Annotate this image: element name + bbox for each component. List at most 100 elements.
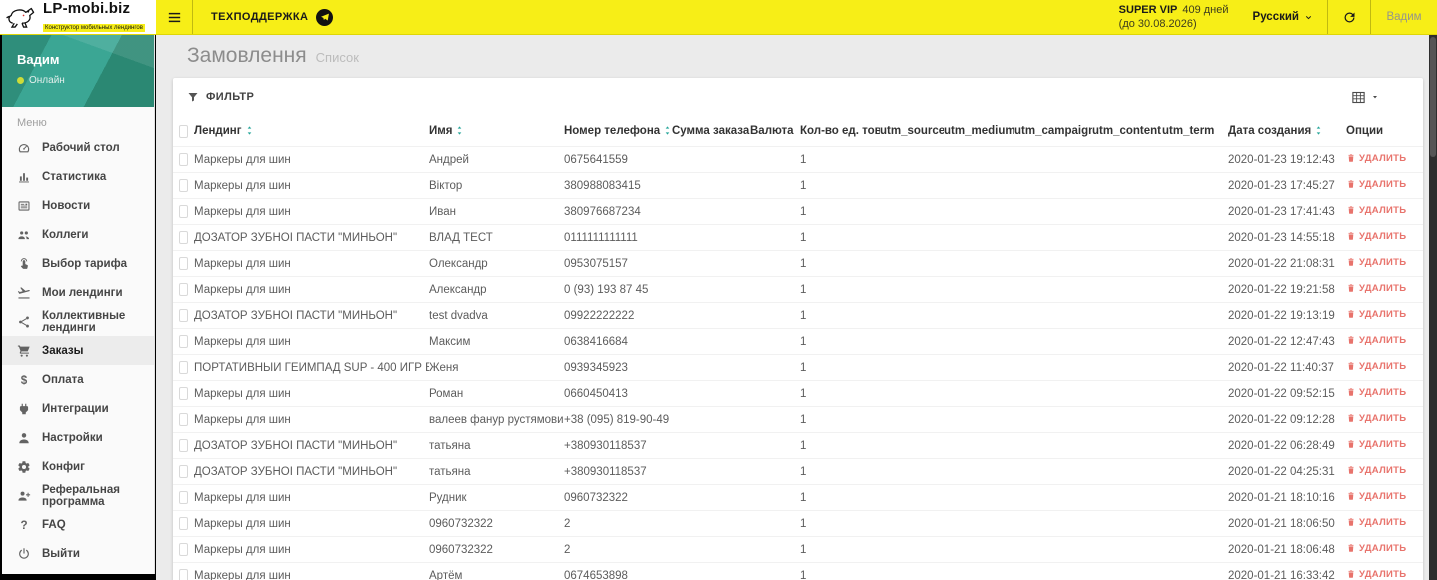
- sidebar-item-logout[interactable]: Выйти: [2, 539, 154, 568]
- table-row: Маркеры для шин Андрей 0675641559 1 2020…: [173, 146, 1423, 172]
- column-header-landing[interactable]: Лендинг: [194, 125, 429, 137]
- sidebar-item-settings[interactable]: Настройки: [2, 423, 154, 452]
- table-row: Маркеры для шин 0960732322 2 1 2020-01-2…: [173, 510, 1423, 536]
- cell-name: ВЛАД ТЕСТ: [429, 231, 493, 244]
- cell-landing: ДОЗАТОР ЗУБНОЇ ПАСТИ "МИНЬОН": [194, 439, 398, 452]
- cell-date: 2020-01-22 21:08:31: [1228, 257, 1335, 270]
- menu-icon: [17, 518, 31, 532]
- row-checkbox[interactable]: [179, 309, 188, 322]
- plan-badge: SUPER VIP: [1118, 4, 1178, 16]
- row-checkbox[interactable]: [179, 517, 188, 530]
- column-header-phone[interactable]: Номер телефона: [564, 125, 672, 137]
- filter-label: ФИЛЬТР: [206, 91, 255, 103]
- delete-button[interactable]: УДАЛИТЬ: [1346, 413, 1406, 424]
- delete-button[interactable]: УДАЛИТЬ: [1346, 387, 1406, 398]
- columns-toggle-button[interactable]: [1351, 90, 1379, 105]
- cell-date: 2020-01-22 09:12:28: [1228, 413, 1335, 426]
- hamburger-icon: [166, 9, 183, 26]
- cell-phone: 0960732322: [564, 491, 628, 504]
- sidebar-item-tariff[interactable]: Выбор тарифа: [2, 249, 154, 278]
- refresh-button[interactable]: [1328, 0, 1370, 34]
- cell-landing: Маркеры для шин: [194, 517, 291, 530]
- cell-landing: Маркеры для шин: [194, 257, 291, 270]
- sidebar-item-orders[interactable]: Заказы: [2, 336, 154, 365]
- row-checkbox[interactable]: [179, 387, 188, 400]
- select-all-checkbox[interactable]: [179, 124, 188, 138]
- column-header-name[interactable]: Имя: [429, 125, 564, 137]
- row-checkbox[interactable]: [179, 465, 188, 478]
- cell-qty: 1: [800, 413, 807, 426]
- scrollbar-thumb[interactable]: [1430, 37, 1436, 157]
- support-label: ТЕХПОДДЕРЖКА: [211, 11, 309, 23]
- page-scrollbar[interactable]: [1429, 35, 1437, 580]
- delete-button[interactable]: УДАЛИТЬ: [1346, 283, 1406, 294]
- sidebar-item-dashboard[interactable]: Рабочий стол: [2, 133, 154, 162]
- sidebar-item-landings[interactable]: Мои лендинги: [2, 278, 154, 307]
- row-checkbox[interactable]: [179, 257, 188, 270]
- sidebar-item-colleagues[interactable]: Коллеги: [2, 220, 154, 249]
- cell-date: 2020-01-21 18:10:16: [1228, 491, 1335, 504]
- plan-days: 409 дней: [1182, 4, 1229, 16]
- row-checkbox[interactable]: [179, 231, 188, 244]
- cell-date: 2020-01-22 11:40:37: [1228, 361, 1334, 374]
- sidebar-item-stats[interactable]: Статистика: [2, 162, 154, 191]
- sidebar-item-referral[interactable]: Реферальная программа: [2, 481, 154, 510]
- filter-button[interactable]: ФИЛЬТР: [187, 91, 254, 103]
- delete-button[interactable]: УДАЛИТЬ: [1346, 309, 1406, 320]
- row-checkbox[interactable]: [179, 569, 188, 580]
- delete-button[interactable]: УДАЛИТЬ: [1346, 335, 1406, 346]
- delete-button[interactable]: УДАЛИТЬ: [1346, 543, 1406, 554]
- delete-button[interactable]: УДАЛИТЬ: [1346, 231, 1406, 242]
- cell-name: Олександр: [429, 257, 488, 270]
- sidebar-item-faq[interactable]: FAQ: [2, 510, 154, 539]
- support-button[interactable]: ТЕХПОДДЕРЖКА: [193, 0, 351, 34]
- sidebar-item-news[interactable]: Новости: [2, 191, 154, 220]
- menu-icon: [17, 547, 31, 561]
- cell-qty: 1: [800, 569, 807, 580]
- cell-phone: 0939345923: [564, 361, 628, 374]
- row-checkbox[interactable]: [179, 335, 188, 348]
- delete-button[interactable]: УДАЛИТЬ: [1346, 517, 1406, 528]
- delete-button[interactable]: УДАЛИТЬ: [1346, 153, 1406, 164]
- sidebar-item-collective[interactable]: Коллективные лендинги: [2, 307, 154, 336]
- delete-button[interactable]: УДАЛИТЬ: [1346, 465, 1406, 476]
- sidebar-item-integrations[interactable]: Интеграции: [2, 394, 154, 423]
- row-checkbox[interactable]: [179, 205, 188, 218]
- orders-card: ФИЛЬТР Лендинг Имя Номер телефона Сумма …: [173, 78, 1423, 580]
- column-header-sum: Сумма заказа: [672, 125, 750, 137]
- table-row: ДОЗАТОР ЗУБНОЇ ПАСТИ "МИНЬОН" test dvadv…: [173, 302, 1423, 328]
- sidebar-item-label: Выбор тарифа: [42, 257, 128, 270]
- delete-button[interactable]: УДАЛИТЬ: [1346, 205, 1406, 216]
- row-checkbox[interactable]: [179, 179, 188, 192]
- sort-icon: [1313, 125, 1324, 136]
- language-selector[interactable]: Русский: [1239, 0, 1327, 34]
- column-header-qty: Кол-во ед. товара: [800, 125, 880, 137]
- delete-button[interactable]: УДАЛИТЬ: [1346, 179, 1406, 190]
- sidebar-item-payment[interactable]: Оплата: [2, 365, 154, 394]
- row-checkbox[interactable]: [179, 491, 188, 504]
- delete-button[interactable]: УДАЛИТЬ: [1346, 361, 1406, 372]
- row-checkbox[interactable]: [179, 283, 188, 296]
- hamburger-button[interactable]: [156, 0, 192, 34]
- trash-icon: [1346, 439, 1356, 449]
- topbar-username[interactable]: Вадим: [1371, 0, 1437, 34]
- cell-phone: 2: [564, 517, 571, 530]
- row-checkbox[interactable]: [179, 361, 188, 374]
- delete-button[interactable]: УДАЛИТЬ: [1346, 439, 1406, 450]
- cell-name: Максим: [429, 335, 471, 348]
- sidebar-item-label: Оплата: [42, 373, 84, 386]
- menu-icon: [17, 199, 31, 213]
- column-header-date[interactable]: Дата создания: [1228, 125, 1346, 137]
- dog-logo-icon: [5, 4, 39, 30]
- logo[interactable]: LP-mobi.biz Конструктор мобильных лендин…: [0, 0, 156, 34]
- sidebar-item-label: Рабочий стол: [42, 141, 120, 154]
- delete-button[interactable]: УДАЛИТЬ: [1346, 569, 1406, 580]
- row-checkbox[interactable]: [179, 439, 188, 452]
- delete-button[interactable]: УДАЛИТЬ: [1346, 257, 1406, 268]
- row-checkbox[interactable]: [179, 543, 188, 556]
- delete-button[interactable]: УДАЛИТЬ: [1346, 491, 1406, 502]
- row-checkbox[interactable]: [179, 153, 188, 166]
- row-checkbox[interactable]: [179, 413, 188, 426]
- sidebar-item-config[interactable]: Конфиг: [2, 452, 154, 481]
- cell-qty: 1: [800, 153, 807, 166]
